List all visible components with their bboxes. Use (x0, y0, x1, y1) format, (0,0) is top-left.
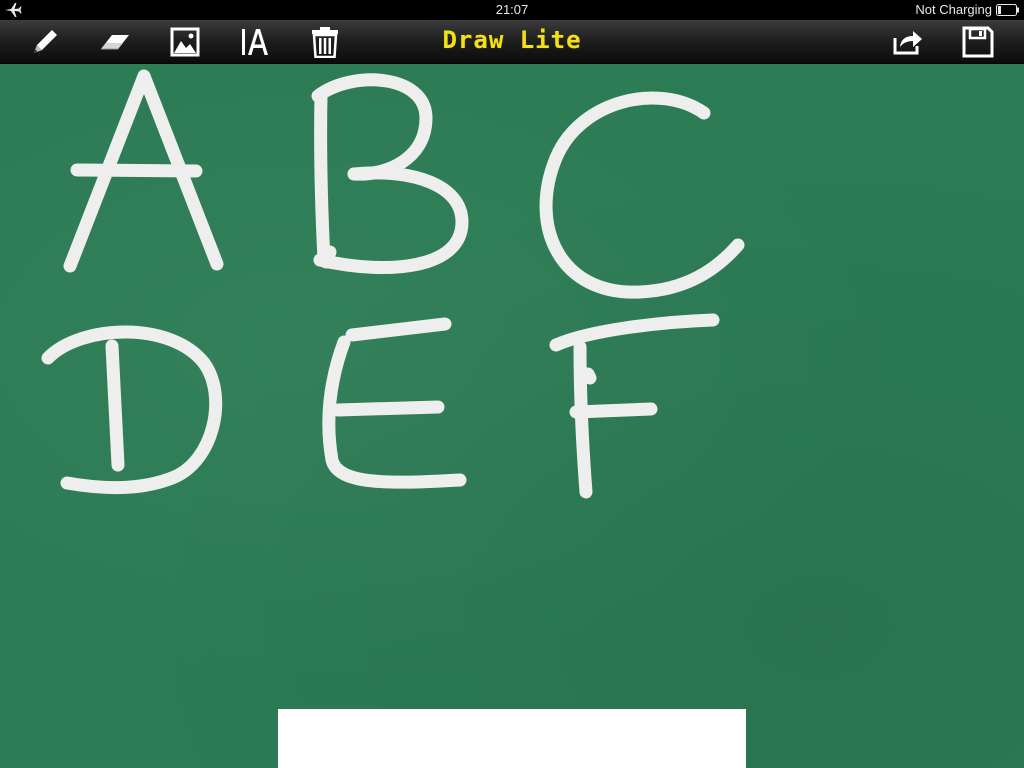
status-bar: 21:07 Not Charging (0, 0, 1024, 20)
drawn-letter-e (322, 317, 467, 489)
drawn-letter-a (63, 69, 224, 273)
trash-icon (312, 27, 338, 58)
image-icon (170, 27, 200, 57)
text-icon (242, 29, 268, 55)
drawn-letter-b (311, 73, 469, 275)
battery-icon (996, 4, 1019, 16)
save-icon (962, 26, 994, 58)
drawing-canvas[interactable] (0, 64, 1024, 768)
pencil-icon (34, 30, 57, 53)
status-time: 21:07 (495, 2, 529, 17)
save-button[interactable] (960, 24, 996, 60)
eraser-icon (101, 35, 129, 50)
drawn-letter-c (539, 91, 745, 299)
drawn-letter-f (549, 313, 720, 499)
trash-tool-button[interactable] (307, 24, 343, 60)
share-icon (893, 31, 922, 55)
eraser-tool-button[interactable] (97, 24, 133, 60)
drawing-layer (41, 69, 745, 499)
image-tool-button[interactable] (167, 24, 203, 60)
app-title: Draw Lite (442, 26, 582, 54)
ad-banner[interactable] (278, 709, 746, 768)
pencil-tool-button[interactable] (27, 24, 63, 60)
toolbar: Draw Lite (0, 20, 1024, 64)
charging-status: Not Charging (915, 2, 992, 17)
drawn-letter-d (41, 325, 223, 495)
text-tool-button[interactable] (237, 24, 273, 60)
share-button[interactable] (890, 24, 926, 60)
